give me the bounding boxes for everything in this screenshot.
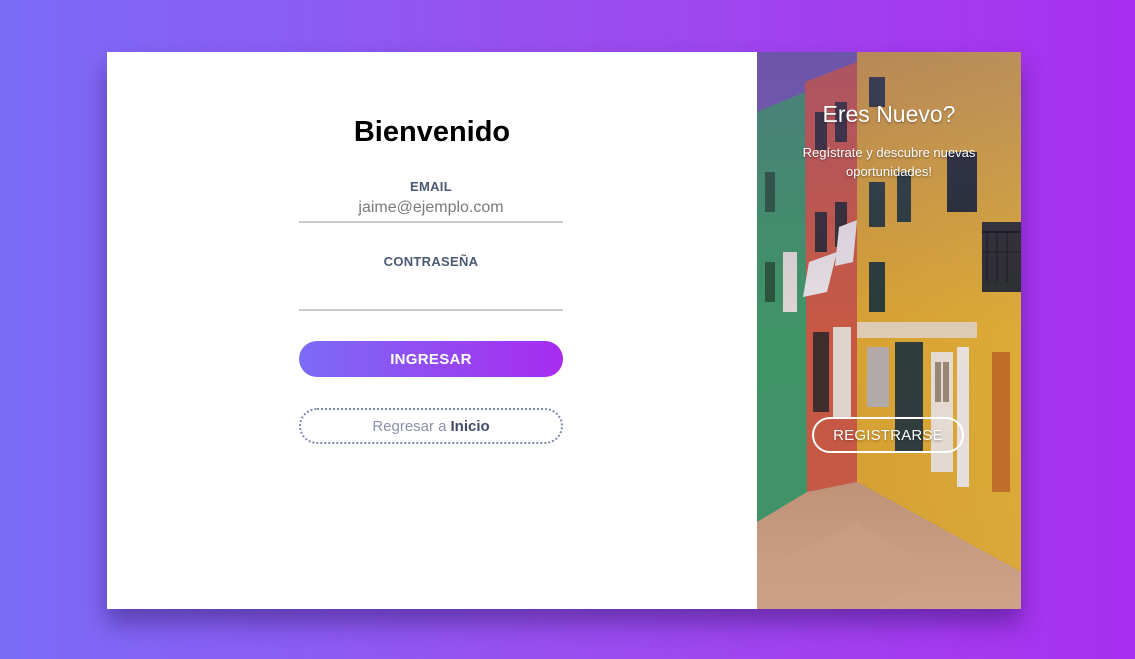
page-title: Bienvenido <box>353 116 511 148</box>
password-label: CONTRASEÑA <box>383 254 479 269</box>
email-field-group: EMAIL <box>299 179 563 223</box>
login-card: Bienvenido EMAIL CONTRASEÑA INGRESAR Reg… <box>107 52 1021 609</box>
email-label: EMAIL <box>410 179 452 194</box>
login-button[interactable]: INGRESAR <box>299 341 563 377</box>
register-button[interactable]: REGISTRARSE <box>812 417 964 453</box>
back-to-home-link[interactable]: Regresar a Inicio <box>299 408 563 444</box>
login-panel: Bienvenido EMAIL CONTRASEÑA INGRESAR Reg… <box>107 52 757 609</box>
password-input[interactable] <box>299 282 563 311</box>
back-link-target: Inicio <box>450 417 490 435</box>
signup-description: Regístrate y descubre nuevas oportunidad… <box>802 145 976 179</box>
back-link-prefix: Regresar a <box>372 417 447 435</box>
password-field-group: CONTRASEÑA <box>299 254 563 311</box>
email-input[interactable] <box>299 194 563 223</box>
signup-overlay: Eres Nuevo? Regístrate y descubre nuevas… <box>757 52 1021 609</box>
signup-title: Eres Nuevo? <box>822 101 956 127</box>
signup-panel: Eres Nuevo? Regístrate y descubre nuevas… <box>757 52 1021 609</box>
